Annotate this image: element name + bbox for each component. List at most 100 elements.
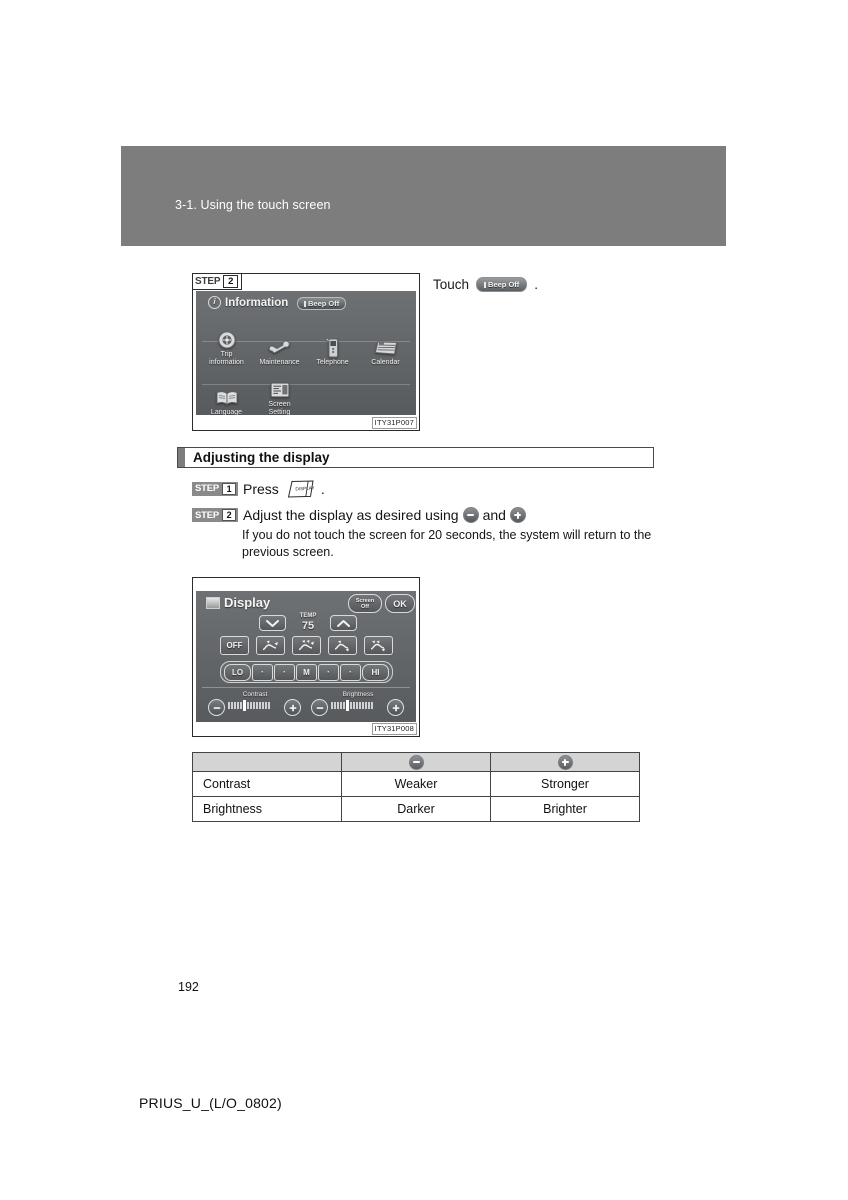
- step-2-line: STEP 2 Adjust the display as desired usin…: [192, 507, 530, 523]
- fan-level-1-button[interactable]: ·: [252, 663, 273, 681]
- tick: [353, 702, 355, 709]
- information-screen-title: i Information: [208, 296, 288, 309]
- fan-level-m-button[interactable]: M: [296, 663, 317, 681]
- menu-label-maintenance: Maintenance: [259, 359, 300, 366]
- step-2-badge: STEP 2: [192, 508, 239, 522]
- tick: [362, 702, 364, 709]
- figure-information-screen: STEP 2 i Information Beep Off Trip infor…: [192, 273, 420, 431]
- step-2-text: Adjust the display as desired using: [243, 507, 459, 523]
- plus-icon[interactable]: [509, 507, 526, 523]
- contrast-minus-button[interactable]: [208, 699, 225, 716]
- table-cell-brightness-plus: Brighter: [490, 796, 640, 822]
- tick: [240, 702, 242, 709]
- figure-step-number: 2: [223, 275, 239, 288]
- step-1-badge: STEP 1: [192, 481, 239, 496]
- fan-level-2-button[interactable]: ·: [274, 663, 295, 681]
- brightness-slider[interactable]: [331, 700, 373, 711]
- temp-up-button[interactable]: [330, 615, 357, 631]
- figure-step-word: STEP: [195, 275, 221, 287]
- contrast-slider[interactable]: [228, 700, 270, 711]
- menu-item-maintenance[interactable]: Maintenance: [253, 329, 306, 367]
- ok-button[interactable]: OK: [385, 594, 415, 613]
- contrast-plus-button[interactable]: [284, 699, 301, 716]
- display-screen-title: Display: [206, 595, 270, 610]
- tick: [356, 702, 358, 709]
- display-key-icon[interactable]: DISPLAY: [284, 480, 316, 498]
- tick: [265, 702, 267, 709]
- tick: [247, 702, 249, 709]
- tick: [350, 702, 352, 709]
- menu-label-calendar: Calendar: [371, 359, 400, 366]
- temp-down-button[interactable]: [259, 615, 286, 631]
- figure-caption-display: ITY31P008: [371, 723, 417, 735]
- step-2-conjunction: and: [482, 507, 506, 523]
- brightness-minus-button[interactable]: [311, 699, 328, 716]
- table-header-blank: [192, 752, 342, 772]
- menu-label-telephone: Telephone: [316, 359, 349, 366]
- fan-level-lo-button[interactable]: LO: [224, 663, 251, 681]
- beep-off-button[interactable]: Beep Off: [297, 297, 347, 310]
- menu-row-1: Trip information Maintenance Telephone C…: [196, 329, 416, 367]
- calendar-icon: [374, 338, 398, 358]
- tick: [365, 702, 367, 709]
- tick: [334, 702, 336, 709]
- airflow-mode-bilevel-button[interactable]: [292, 636, 321, 655]
- step-1-number: 1: [222, 482, 237, 495]
- tick: [253, 702, 255, 709]
- airflow-mode-face-button[interactable]: [256, 636, 285, 655]
- step-1-line: STEP 1 Press DISPLAY .: [192, 480, 325, 498]
- step-2-number: 2: [222, 509, 237, 521]
- tick: [343, 702, 345, 709]
- chapter-header-band: 3-1. Using the touch screen: [121, 146, 726, 246]
- contrast-slider-knob[interactable]: [243, 700, 246, 711]
- svg-text:DISPLAY: DISPLAY: [295, 486, 314, 492]
- menu-item-trip-information[interactable]: Trip information: [200, 329, 253, 367]
- beep-bar-icon: [484, 281, 487, 288]
- menu-item-calendar[interactable]: Calendar: [359, 329, 412, 367]
- tire-icon: [215, 330, 239, 350]
- beep-off-label: Beep Off: [308, 299, 340, 308]
- minus-icon: [408, 754, 424, 770]
- plus-icon: [557, 754, 573, 770]
- fan-level-hi-button[interactable]: HI: [362, 663, 389, 681]
- information-title-text: Information: [225, 296, 289, 309]
- beep-off-key[interactable]: Beep Off: [476, 277, 528, 292]
- tick: [262, 702, 264, 709]
- beep-off-key-label: Beep Off: [488, 280, 520, 289]
- tick: [259, 702, 261, 709]
- menu-item-telephone[interactable]: Telephone: [306, 329, 359, 367]
- display-divider: [202, 687, 410, 688]
- chapter-title: 3-1. Using the touch screen: [175, 198, 331, 212]
- screen-off-button[interactable]: Screen Off: [348, 594, 382, 613]
- brightness-plus-button[interactable]: [387, 699, 404, 716]
- fan-level-4-button[interactable]: ·: [318, 663, 339, 681]
- airflow-off-button[interactable]: OFF: [220, 636, 249, 655]
- airflow-mode-foot-button[interactable]: [328, 636, 357, 655]
- section-tick-mark: [178, 448, 185, 467]
- airflow-mode-foot-defog-button[interactable]: [364, 636, 393, 655]
- tick: [371, 702, 373, 709]
- menu-item-language[interactable]: Language: [200, 379, 253, 415]
- display-icon: [206, 596, 220, 609]
- tick: [231, 702, 233, 709]
- step-1-word: STEP: [195, 483, 220, 494]
- brightness-label: Brightness: [342, 691, 374, 698]
- table-header-minus: [341, 752, 491, 772]
- step-1-period: .: [320, 480, 325, 497]
- step-2-word: STEP: [195, 509, 220, 521]
- tick: [359, 702, 361, 709]
- menu-item-screen-setting[interactable]: Screen Setting: [253, 379, 306, 415]
- menu-row-2: Language Screen Setting: [196, 379, 416, 415]
- beep-bar-icon: [304, 300, 306, 307]
- brightness-slider-knob[interactable]: [346, 700, 349, 711]
- figure-display-screen: Display Screen Off OK TEMP 75 OFF LO · ·…: [192, 577, 420, 737]
- minus-icon[interactable]: [462, 507, 479, 523]
- tick: [250, 702, 252, 709]
- tick: [340, 702, 342, 709]
- information-screen: i Information Beep Off Trip information …: [196, 291, 416, 415]
- table-row: Contrast Weaker Stronger: [192, 771, 640, 797]
- fan-level-5-button[interactable]: ·: [340, 663, 361, 681]
- contrast-label: Contrast: [242, 691, 268, 698]
- adjustment-table: Contrast Weaker Stronger Brightness Dark…: [192, 752, 640, 822]
- table-cell-brightness-minus: Darker: [341, 796, 491, 822]
